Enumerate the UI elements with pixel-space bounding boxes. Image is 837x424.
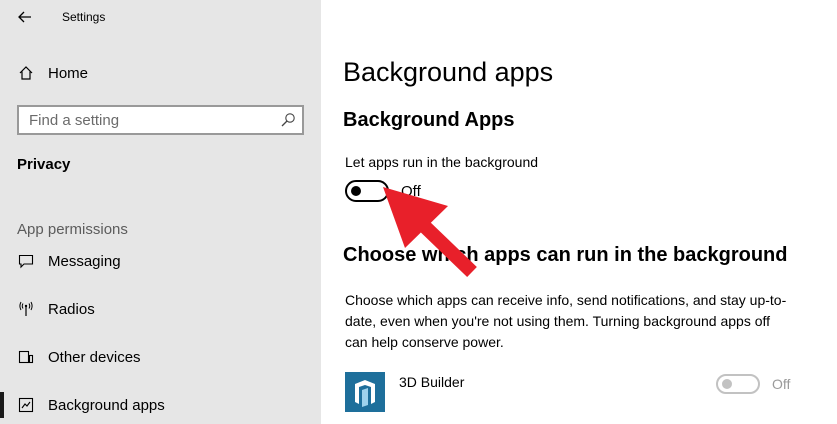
back-arrow-icon (18, 11, 31, 23)
sidebar-item-radios[interactable]: Radios (0, 291, 321, 327)
main-content: Background apps Background Apps Let apps… (321, 0, 837, 424)
background-apps-icon (17, 396, 35, 414)
devices-icon (17, 348, 35, 366)
sidebar-item-messaging[interactable]: Messaging (0, 243, 321, 279)
radio-tower-icon (17, 300, 35, 318)
sidebar-item-label: Messaging (48, 252, 121, 270)
category-heading: Privacy (17, 156, 71, 173)
sidebar-item-home[interactable]: Home (0, 55, 321, 91)
section-title-choose-apps: Choose which apps can run in the backgro… (343, 244, 788, 266)
app-toggle-state-label: Off (772, 376, 791, 392)
section-header: App permissions (17, 221, 128, 238)
title-bar: Settings (0, 0, 321, 34)
sidebar-item-label: Radios (48, 300, 95, 318)
sidebar-item-background-apps[interactable]: Background apps (0, 387, 321, 423)
window-title: Settings (62, 10, 106, 24)
sidebar-item-other-devices[interactable]: Other devices (0, 339, 321, 375)
back-button[interactable] (14, 6, 36, 28)
home-icon (17, 64, 35, 82)
app-name: 3D Builder (399, 374, 465, 390)
toggle-state-label: Off (401, 183, 421, 200)
sidebar-item-label: Background apps (48, 396, 165, 414)
search-box[interactable] (17, 105, 304, 135)
sidebar: Settings Home Privacy App permissions Me… (0, 0, 321, 424)
sidebar-item-label: Other devices (48, 348, 141, 366)
background-apps-toggle[interactable] (345, 180, 389, 202)
section-title: Background Apps (343, 109, 515, 131)
search-input[interactable] (19, 107, 274, 133)
app-toggle[interactable] (716, 374, 760, 394)
search-icon[interactable] (280, 112, 296, 128)
3d-builder-icon (345, 372, 385, 412)
list-item: 3D Builder Off (345, 372, 815, 414)
toggle-knob (351, 186, 361, 196)
toggle-caption: Let apps run in the background (345, 154, 539, 170)
sidebar-item-label: Home (48, 64, 89, 82)
message-icon (17, 252, 35, 270)
page-title: Background apps (343, 57, 554, 87)
toggle-knob (722, 379, 732, 389)
description-text: Choose which apps can receive info, send… (345, 292, 787, 350)
